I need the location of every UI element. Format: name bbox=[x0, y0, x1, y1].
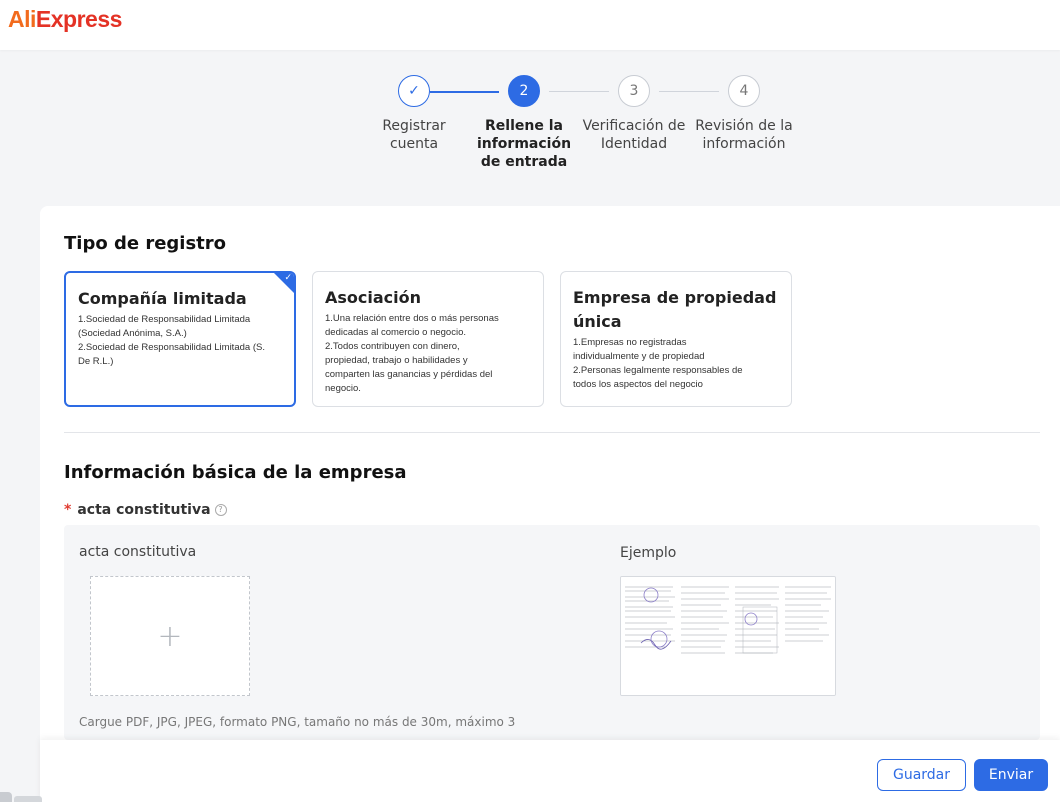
step-registrar-cuenta: ✓ Registrar cuenta bbox=[354, 75, 474, 153]
required-mark: * bbox=[64, 502, 72, 518]
option-description: 1.Sociedad de Responsabilidad Limitada (… bbox=[78, 314, 265, 367]
registration-stepper: ✓ Registrar cuenta 2 Rellene la informac… bbox=[0, 75, 1060, 175]
field-label-text: acta constitutiva bbox=[77, 502, 211, 518]
check-icon: ✓ bbox=[398, 75, 430, 107]
top-header: AliExpress bbox=[0, 0, 1060, 50]
option-name: Empresa de propiedad única bbox=[573, 288, 777, 331]
file-upload-dropzone[interactable]: + bbox=[90, 576, 250, 696]
section-divider bbox=[64, 432, 1040, 433]
option-compania-limitada[interactable]: ✓ Compañía limitada 1.Sociedad de Respon… bbox=[64, 271, 296, 407]
step-label: Rellene la información de entrada bbox=[476, 118, 572, 170]
upload-panel: acta constitutiva Ejemplo + Cargue PDF, … bbox=[64, 525, 1040, 740]
step-rellene-informacion: 2 Rellene la información de entrada bbox=[464, 75, 584, 171]
save-button[interactable]: Guardar bbox=[877, 759, 966, 791]
option-asociacion[interactable]: Asociación 1.Una relación entre dos o má… bbox=[312, 271, 544, 407]
example-document-image bbox=[621, 577, 835, 695]
step-number: 2 bbox=[508, 75, 540, 107]
step-verificacion-identidad: 3 Verificación de Identidad bbox=[574, 75, 694, 153]
step-revision-informacion: 4 Revisión de la información bbox=[684, 75, 804, 153]
example-document-thumbnail[interactable] bbox=[620, 576, 836, 696]
step-label: Registrar cuenta bbox=[382, 118, 446, 152]
option-name: Compañía limitada bbox=[78, 289, 247, 308]
upload-hint: Cargue PDF, JPG, JPEG, formato PNG, tama… bbox=[79, 715, 516, 729]
help-icon[interactable]: ? bbox=[214, 504, 227, 516]
submit-button[interactable]: Enviar bbox=[974, 759, 1048, 791]
action-footer: Guardar Enviar bbox=[40, 740, 1060, 802]
option-description: 1.Empresas no registradas individualment… bbox=[573, 337, 743, 390]
scroll-handle[interactable] bbox=[0, 792, 12, 802]
registration-type-title: Tipo de registro bbox=[64, 233, 227, 254]
scroll-handle-secondary[interactable] bbox=[14, 796, 42, 802]
example-title: Ejemplo bbox=[620, 545, 677, 561]
step-number: 3 bbox=[618, 75, 650, 107]
acta-constitutiva-label: * acta constitutiva ? bbox=[64, 502, 227, 518]
step-number: 4 bbox=[728, 75, 760, 107]
step-label: Verificación de Identidad bbox=[582, 118, 686, 152]
basic-info-title: Información básica de la empresa bbox=[64, 462, 407, 483]
check-icon: ✓ bbox=[284, 273, 292, 283]
aliexpress-logo[interactable]: AliExpress bbox=[8, 6, 122, 33]
option-empresa-propiedad-unica[interactable]: Empresa de propiedad única 1.Empresas no… bbox=[560, 271, 792, 407]
option-description: 1.Una relación entre dos o más personas … bbox=[325, 313, 499, 394]
step-label: Revisión de la información bbox=[695, 118, 793, 152]
upload-title: acta constitutiva bbox=[79, 544, 197, 560]
plus-icon: + bbox=[157, 618, 183, 654]
option-name: Asociación bbox=[325, 288, 422, 307]
